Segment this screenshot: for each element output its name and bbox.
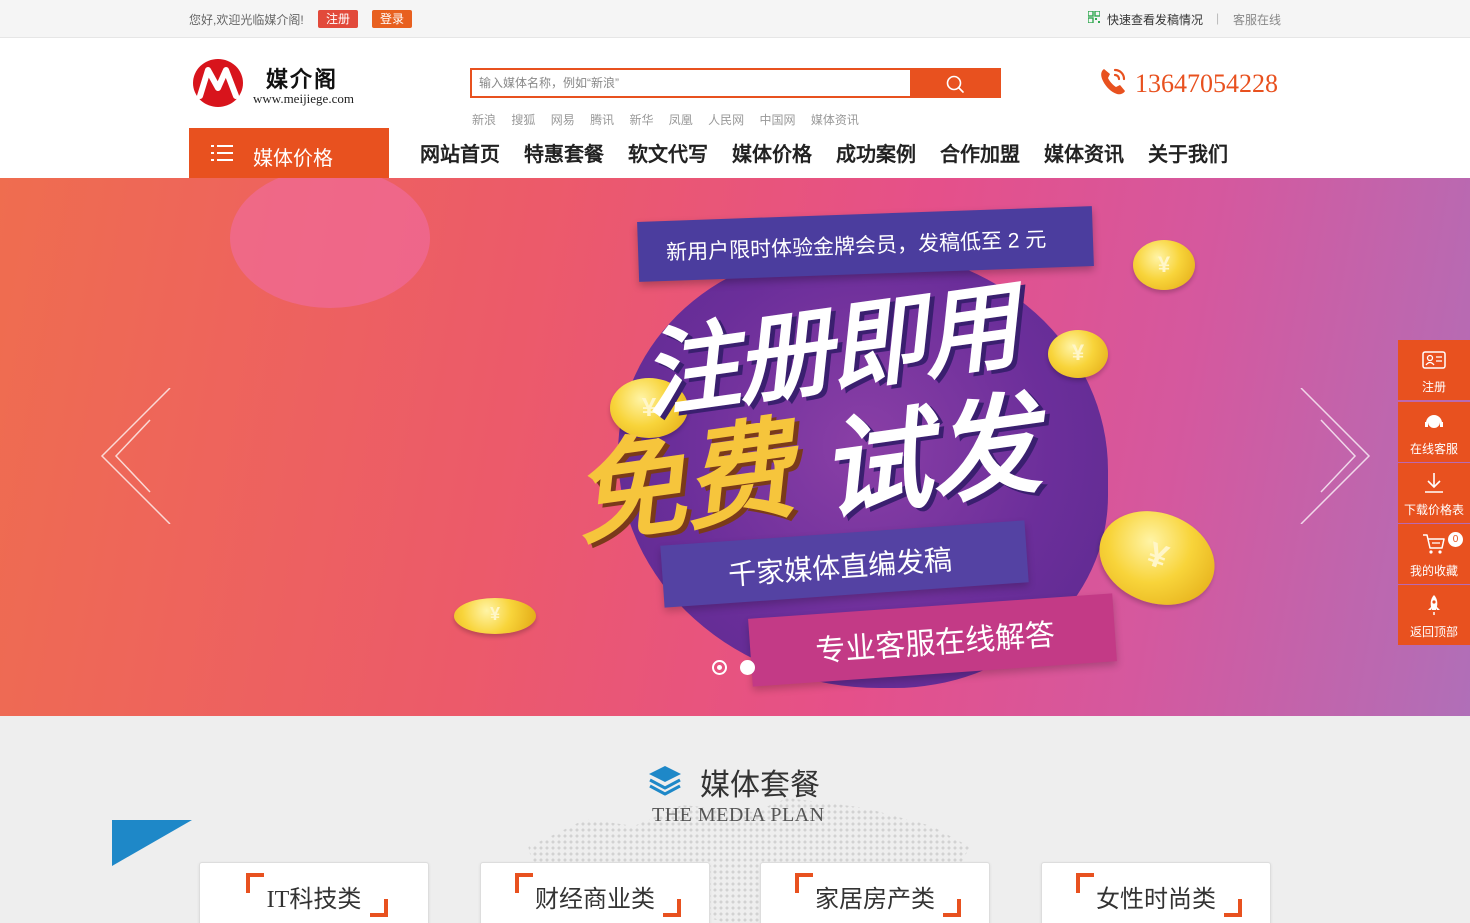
sidebar-label: 在线客服 xyxy=(1409,442,1458,456)
hot-word-link[interactable]: 腾讯 xyxy=(590,113,614,127)
hot-word-link[interactable]: 新浪 xyxy=(472,113,496,127)
section-title: 媒体套餐 xyxy=(700,769,820,802)
plan-card[interactable]: 家居房产类 xyxy=(760,862,990,923)
top-register-button[interactable]: 注册 xyxy=(318,10,359,28)
hero-banner[interactable]: 新用户限时体验金牌会员，发稿低至 2 元 ¥ ¥ ¥ ¥ ¥ 注册即用 免费 试… xyxy=(0,178,1470,716)
nav-item[interactable]: 关于我们 xyxy=(1148,138,1228,167)
plan-card-title: 女性时尚类 xyxy=(1096,887,1216,913)
id-card-icon xyxy=(1422,351,1446,369)
category-label: 媒体价格 xyxy=(253,148,333,170)
layers-icon xyxy=(649,766,681,796)
search-box xyxy=(470,68,1001,98)
nav-item[interactable]: 媒体资讯 xyxy=(1044,138,1124,167)
sidebar-label: 我的收藏 xyxy=(1409,564,1458,578)
next-slide-arrow[interactable] xyxy=(1299,388,1371,524)
corner-triangle xyxy=(112,820,192,866)
plan-card-title: 财经商业类 xyxy=(535,887,655,913)
phone-icon xyxy=(1101,68,1126,95)
sidebar-label: 注册 xyxy=(1421,380,1446,394)
section-subtitle: THE MEDIA PLAN xyxy=(652,804,825,826)
search-input[interactable] xyxy=(472,70,912,96)
cart-icon xyxy=(1423,534,1445,554)
rocket-icon xyxy=(1428,595,1440,615)
search-icon xyxy=(946,75,964,93)
menu-list-icon xyxy=(211,145,233,161)
hot-word-link[interactable]: 搜狐 xyxy=(511,113,535,127)
logo-icon[interactable] xyxy=(192,58,244,108)
nav-item[interactable]: 媒体价格 xyxy=(732,138,812,167)
nav-item[interactable]: 网站首页 xyxy=(420,138,500,167)
nav-item[interactable]: 成功案例 xyxy=(836,138,916,167)
quick-check-link[interactable]: 快速查看发稿情况 xyxy=(1107,11,1203,28)
sidebar-label: 下载价格表 xyxy=(1403,503,1464,517)
top-login-button[interactable]: 登录 xyxy=(372,10,413,28)
welcome-text: 您好,欢迎光临媒介阁! xyxy=(189,13,304,27)
logo-url: www.meijiege.com xyxy=(253,91,354,106)
hot-words: 新浪 搜狐 网易 腾讯 新华 凤凰 人民网 中国网 媒体资讯 xyxy=(472,111,871,128)
hot-word-link[interactable]: 中国网 xyxy=(760,113,796,127)
divider: | xyxy=(1216,11,1220,25)
nav-item[interactable]: 特惠套餐 xyxy=(524,138,604,167)
sidebar-online-service[interactable]: 在线客服 xyxy=(1398,402,1470,462)
nav-item[interactable]: 软文代写 xyxy=(628,138,708,167)
top-bar: 您好,欢迎光临媒介阁! 注册 登录 快速查看发稿情况 | 客服在线 xyxy=(0,0,1470,38)
banner-headline-2b: 试发 xyxy=(811,382,1047,535)
coin-icon: ¥ xyxy=(1048,330,1108,378)
coin-icon: ¥ xyxy=(454,598,536,634)
hot-word-link[interactable]: 新华 xyxy=(629,113,653,127)
plan-card-title: IT科技类 xyxy=(266,887,362,913)
hot-word-link[interactable]: 凤凰 xyxy=(669,113,693,127)
media-plan-section: 媒体套餐 THE MEDIA PLAN IT科技类 财经商业类 家居房产类 女性… xyxy=(0,716,1470,923)
category-menu-button[interactable]: 媒体价格 xyxy=(189,128,389,178)
sidebar-back-to-top[interactable]: 返回顶部 xyxy=(1398,585,1470,645)
headset-icon xyxy=(1425,415,1443,428)
favorites-count-badge: 0 xyxy=(1448,532,1463,547)
search-button[interactable] xyxy=(910,70,999,96)
hot-word-link[interactable]: 人民网 xyxy=(708,113,744,127)
slide-dot[interactable] xyxy=(712,660,727,675)
plan-card-title: 家居房产类 xyxy=(815,887,935,913)
hot-word-link[interactable]: 网易 xyxy=(551,113,575,127)
sidebar-register[interactable]: 注册 xyxy=(1398,340,1470,400)
qrcode-icon xyxy=(1088,11,1100,23)
slide-dot[interactable] xyxy=(740,660,755,675)
sidebar-download-price[interactable]: 下载价格表 xyxy=(1398,463,1470,523)
plan-card[interactable]: 财经商业类 xyxy=(480,862,710,923)
hot-word-link[interactable]: 媒体资讯 xyxy=(811,113,859,127)
coin-icon: ¥ xyxy=(1133,240,1195,290)
hotline-number: 13647054228 xyxy=(1135,69,1278,98)
nav-item[interactable]: 合作加盟 xyxy=(940,138,1020,167)
download-icon xyxy=(1425,473,1443,493)
sidebar-favorites[interactable]: 0 我的收藏 xyxy=(1398,524,1470,584)
logo-name: 媒介阁 xyxy=(266,67,339,93)
plan-card[interactable]: 女性时尚类 xyxy=(1041,862,1271,923)
plan-card[interactable]: IT科技类 xyxy=(199,862,429,923)
prev-slide-arrow[interactable] xyxy=(100,388,172,524)
service-online-link[interactable]: 客服在线 xyxy=(1233,11,1281,28)
banner-glow xyxy=(230,178,430,308)
sidebar-label: 返回顶部 xyxy=(1409,625,1458,639)
